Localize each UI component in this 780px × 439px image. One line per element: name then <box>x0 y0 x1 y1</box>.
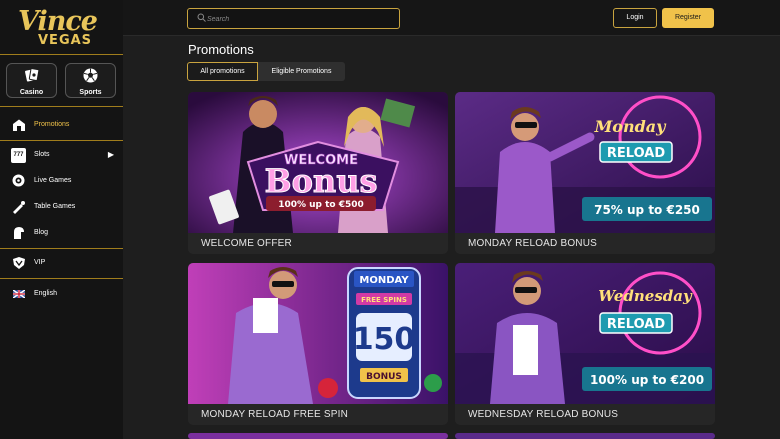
promo-card-title: WELCOME OFFER <box>201 238 292 249</box>
promo-card-monday-reload[interactable]: Monday RELOAD 75% up to €250 MONDAY RELO… <box>455 92 715 254</box>
casino-label: Casino <box>19 89 44 96</box>
banner-offer: 100% up to €200 <box>590 373 704 387</box>
promo-card-partial[interactable] <box>455 433 715 439</box>
promo-banner-image: WELCOME Bonus 100% up to €500 <box>188 92 448 233</box>
tab-all-promotions[interactable]: All promotions <box>187 62 258 81</box>
search-icon <box>197 13 206 24</box>
promo-card-monday-free-spin[interactable]: MONDAY FREE SPINS 150 BONUS MONDAY RELOA… <box>188 263 448 425</box>
gift-icon <box>11 118 26 133</box>
topbar: Login Register <box>123 0 780 36</box>
sidebar-item-vip[interactable]: VIP <box>0 253 123 275</box>
sidebar-item-label: Table Games <box>34 203 76 210</box>
sidebar-item-label: English <box>34 290 57 297</box>
sidebar-item-slots[interactable]: 777 Slots ▶ <box>0 145 123 167</box>
slot-machine-icon: 777 <box>11 148 26 163</box>
uk-flag-icon <box>11 287 26 302</box>
sidebar-divider <box>0 248 123 249</box>
banner-offer: 75% up to €250 <box>594 203 700 217</box>
sidebar-item-label: Slots <box>34 151 50 158</box>
mode-switcher: Casino Sports <box>0 55 123 107</box>
sidebar-item-label: Blog <box>34 229 49 236</box>
playing-cards-icon <box>7 68 56 86</box>
promo-card-wednesday-reload[interactable]: Wednesday RELOAD 100% up to €200 WEDNESD… <box>455 263 715 425</box>
promo-card-title: MONDAY RELOAD FREE SPIN <box>201 409 349 420</box>
sidebar-item-label: VIP <box>34 259 46 266</box>
banner-line2: RELOAD <box>607 146 665 161</box>
tab-eligible-promotions[interactable]: Eligible Promotions <box>258 62 345 81</box>
banner-number: 150 <box>353 322 416 357</box>
promo-card-partial[interactable] <box>188 433 448 439</box>
promo-card-welcome[interactable]: WELCOME Bonus 100% up to €500 WELCOME OF… <box>188 92 448 254</box>
sidebar-item-table-games[interactable]: Table Games <box>0 197 123 219</box>
banner-offer: 100% up to €500 <box>278 200 364 210</box>
sidebar-item-promotions[interactable]: Promotions <box>0 115 123 137</box>
sports-button[interactable]: Sports <box>65 63 116 98</box>
promo-banner-image <box>455 433 715 439</box>
promo-card-title: MONDAY RELOAD BONUS <box>468 238 598 249</box>
sidebar-divider <box>0 140 123 141</box>
banner-sub: BONUS <box>366 372 402 382</box>
promo-card-title: WEDNESDAY RELOAD BONUS <box>468 409 619 420</box>
promo-banner-image: Wednesday RELOAD 100% up to €200 <box>455 263 715 404</box>
soccer-ball-icon <box>66 68 115 86</box>
language-selector[interactable]: English <box>0 284 123 306</box>
search-input[interactable] <box>207 12 392 26</box>
register-button[interactable]: Register <box>662 8 714 28</box>
table-games-icon <box>11 200 26 215</box>
logo[interactable]: Vince VEGAS <box>0 0 123 55</box>
page-title: Promotions <box>188 42 254 57</box>
login-button[interactable]: Login <box>613 8 657 28</box>
sidebar-divider <box>0 278 123 279</box>
promo-banner-image: MONDAY FREE SPINS 150 BONUS <box>188 263 448 404</box>
sidebar-item-live-games[interactable]: Live Games <box>0 171 123 193</box>
sidebar-item-label: Live Games <box>34 177 72 184</box>
promo-banner-image: Monday RELOAD 75% up to €250 <box>455 92 715 233</box>
banner-line1: Monday <box>594 117 668 136</box>
promo-banner-image <box>188 433 448 439</box>
banner-line1: Wednesday <box>598 287 693 305</box>
sports-label: Sports <box>79 89 102 96</box>
vip-shield-icon <box>11 256 26 271</box>
logo-subword: VEGAS <box>38 33 93 48</box>
roulette-icon <box>11 174 26 189</box>
banner-line2: Bonus <box>265 162 378 200</box>
search-box[interactable] <box>187 8 400 29</box>
banner-line1: MONDAY <box>359 275 409 286</box>
blog-icon <box>11 226 26 241</box>
sidebar: Vince VEGAS Casino Sports Promotions 777… <box>0 0 123 439</box>
chevron-right-icon: ▶ <box>107 150 114 159</box>
banner-line2: FREE SPINS <box>361 296 407 304</box>
sidebar-item-blog[interactable]: Blog <box>0 223 123 245</box>
sidebar-item-label: Promotions <box>34 121 70 128</box>
casino-button[interactable]: Casino <box>6 63 57 98</box>
banner-line2: RELOAD <box>607 317 665 332</box>
